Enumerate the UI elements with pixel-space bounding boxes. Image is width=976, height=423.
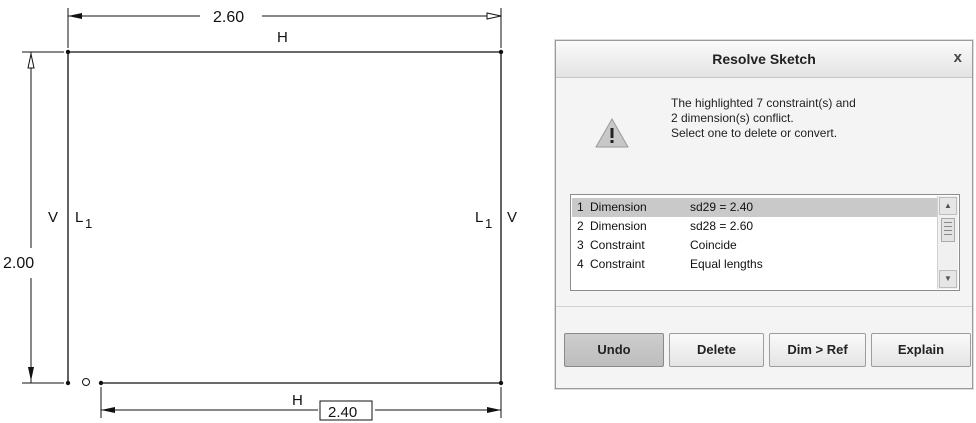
conflict-number: 4 xyxy=(577,257,584,271)
arrow-right-icon xyxy=(487,407,501,413)
arrow-left-icon xyxy=(68,13,82,19)
message-line: Select one to delete or convert. xyxy=(671,126,838,140)
conflict-type: Dimension xyxy=(590,200,647,214)
left-length-label[interactable]: L xyxy=(75,209,83,226)
left-length-sub: 1 xyxy=(85,216,92,231)
vertex-top-right[interactable] xyxy=(498,49,504,55)
scroll-down-icon[interactable]: ▼ xyxy=(939,270,957,288)
divider xyxy=(556,306,972,307)
conflict-number: 3 xyxy=(577,238,584,252)
conflict-type: Constraint xyxy=(590,257,645,271)
bottom-constraint-h[interactable]: H xyxy=(292,392,303,409)
top-constraint-h[interactable]: H xyxy=(277,29,288,46)
scroll-up-icon[interactable]: ▲ xyxy=(939,197,957,215)
dialog-titlebar[interactable]: Resolve Sketch x xyxy=(556,41,972,78)
arrow-down-icon xyxy=(28,367,34,381)
vertex-top-left[interactable] xyxy=(65,49,71,55)
conflict-value: sd28 = 2.60 xyxy=(690,219,754,233)
top-dimension-value[interactable]: 2.60 xyxy=(213,9,244,26)
right-length-sub: 1 xyxy=(485,216,492,231)
arrow-up-icon xyxy=(27,53,35,69)
right-length-label[interactable]: L xyxy=(475,209,483,226)
arrow-left-icon xyxy=(101,407,115,413)
right-constraint-v[interactable]: V xyxy=(507,209,517,226)
vertex-bottom-right[interactable] xyxy=(498,380,504,386)
open-vertex-icon xyxy=(82,378,90,386)
close-button[interactable]: x xyxy=(954,49,962,66)
conflict-type: Constraint xyxy=(590,238,645,252)
conflict-row[interactable]: 4 Constraint Equal lengths xyxy=(572,255,939,274)
explain-button[interactable]: Explain xyxy=(871,333,971,367)
resolve-sketch-dialog: Resolve Sketch x The highlighted 7 const… xyxy=(555,40,973,389)
warning-triangle-icon xyxy=(595,117,629,148)
message-line: 2 dimension(s) conflict. xyxy=(671,111,794,125)
sketch-canvas[interactable]: 2.60 H 2.00 V L 1 L 1 V 2.40 H xyxy=(0,0,555,423)
left-constraint-v[interactable]: V xyxy=(48,209,58,226)
conflict-value: Equal lengths xyxy=(690,257,763,271)
undo-button[interactable]: Undo xyxy=(564,333,664,367)
vertex-bottom-start[interactable] xyxy=(98,380,104,386)
message-line: The highlighted 7 constraint(s) and xyxy=(671,96,856,110)
conflict-row[interactable]: 2 Dimension sd28 = 2.60 xyxy=(572,217,939,236)
conflict-value: sd29 = 2.40 xyxy=(690,200,754,214)
conflict-row[interactable]: 1 Dimension sd29 = 2.40 xyxy=(572,198,939,217)
dialog-title: Resolve Sketch xyxy=(712,51,816,67)
conflict-number: 1 xyxy=(577,200,584,214)
vertex-bottom-left[interactable] xyxy=(65,380,71,386)
conflict-value: Coincide xyxy=(690,238,737,252)
delete-button[interactable]: Delete xyxy=(669,333,764,367)
list-scrollbar[interactable]: ▲ ▼ xyxy=(937,196,958,289)
conflict-row[interactable]: 3 Constraint Coincide xyxy=(572,236,939,255)
left-dimension-value[interactable]: 2.00 xyxy=(3,255,34,272)
dialog-message: The highlighted 7 constraint(s) and 2 di… xyxy=(671,96,856,141)
bottom-dimension-value[interactable]: 2.40 xyxy=(328,404,357,421)
conflict-number: 2 xyxy=(577,219,584,233)
dim-to-ref-button[interactable]: Dim > Ref xyxy=(769,333,866,367)
conflict-list[interactable]: 1 Dimension sd29 = 2.40 2 Dimension sd28… xyxy=(570,194,960,291)
arrow-right-icon xyxy=(486,12,502,20)
scroll-thumb[interactable] xyxy=(941,218,955,242)
conflict-type: Dimension xyxy=(590,219,647,233)
